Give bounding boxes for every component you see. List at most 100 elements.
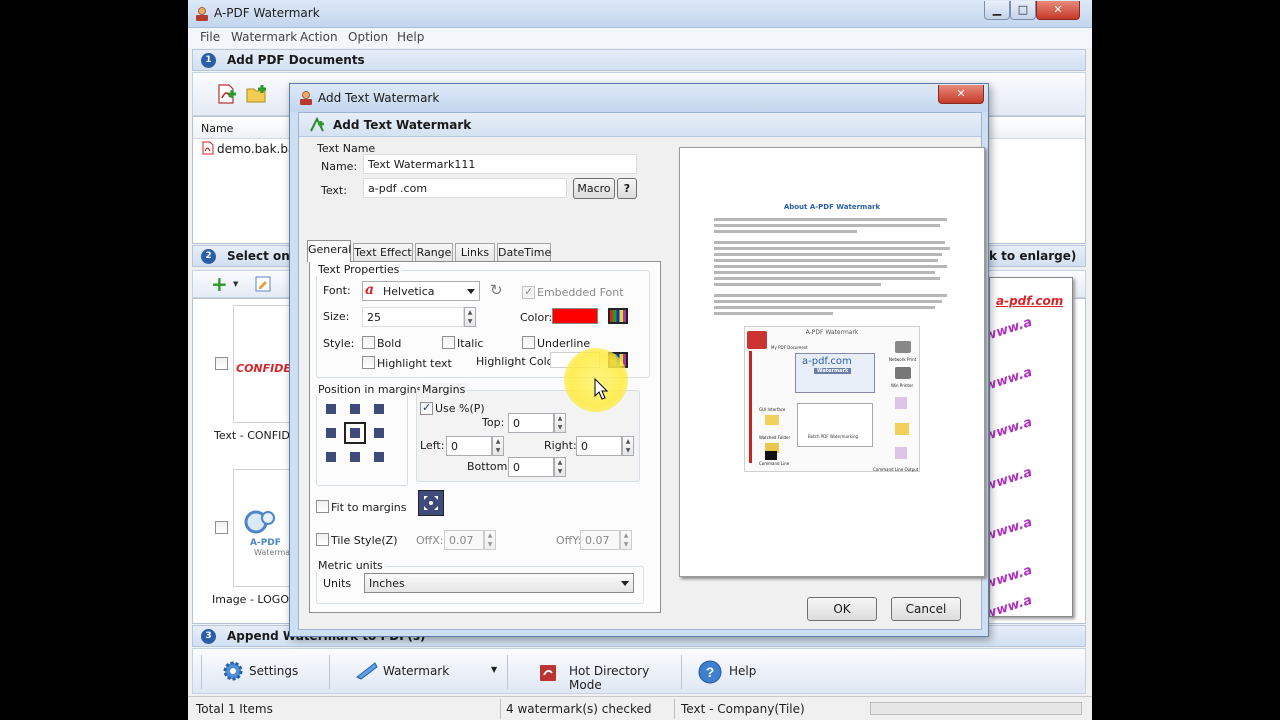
tab-range[interactable]: Range — [415, 243, 453, 262]
bottom-spinner[interactable]: ▲ ▼ — [554, 457, 566, 477]
add-pdf-icon[interactable] — [215, 83, 237, 105]
fit-to-margins-icon[interactable] — [418, 490, 444, 516]
left-spinner[interactable]: ▲ ▼ — [492, 436, 504, 456]
watermark-checkbox[interactable] — [215, 521, 228, 534]
dialog-close-button[interactable]: ✕ — [938, 85, 984, 104]
size-input[interactable]: 25 — [362, 307, 464, 327]
dialog-app-icon — [300, 91, 312, 105]
folder-icon — [765, 415, 779, 425]
position-cell[interactable] — [372, 450, 386, 464]
help-button[interactable]: ? Help — [697, 657, 767, 687]
dialog-header-label: Add Text Watermark — [333, 118, 472, 132]
offx-input[interactable]: 0.07 — [444, 530, 484, 550]
menu-watermark[interactable]: Watermark — [231, 30, 297, 44]
cancel-button[interactable]: Cancel — [891, 597, 961, 621]
tab-text-effect[interactable]: Text Effect — [353, 243, 413, 262]
italic-checkbox[interactable] — [442, 336, 455, 349]
color-swatch[interactable] — [552, 308, 598, 324]
offy-spinner[interactable]: ▲ ▼ — [620, 530, 632, 550]
tab-datetime[interactable]: DateTime — [497, 243, 551, 262]
use-percent-checkbox[interactable]: ✓ — [420, 401, 433, 415]
menu-help[interactable]: Help — [397, 30, 424, 44]
menu-option[interactable]: Option — [348, 30, 388, 44]
bold-checkbox[interactable] — [362, 336, 375, 349]
diagram-gui-label: GUI Interface — [759, 407, 786, 412]
offy-input[interactable]: 0.07 — [580, 530, 620, 550]
status-separator — [674, 699, 675, 719]
offx-spinner[interactable]: ▲ ▼ — [484, 530, 496, 550]
highlight-color-label: Highlight Color: — [476, 355, 562, 368]
position-cell[interactable] — [348, 450, 362, 464]
position-cell[interactable] — [344, 422, 366, 444]
position-cell[interactable] — [372, 426, 386, 440]
close-button[interactable]: ✕ — [1036, 1, 1080, 20]
edit-watermark-icon[interactable] — [255, 276, 271, 292]
large-preview[interactable]: a-pdf.com www.a www.a www.a www.a www.a … — [989, 277, 1073, 617]
size-label: Size: — [323, 310, 350, 323]
left-input[interactable]: 0 — [446, 436, 492, 456]
maximize-button[interactable]: □ — [1010, 1, 1036, 20]
highlight-text-checkbox[interactable] — [362, 356, 375, 369]
check-icon: ✓ — [422, 401, 432, 414]
preview-diagram: A-PDF Watermark My PDF Document a-pdf.co… — [744, 326, 920, 472]
underline-checkbox[interactable] — [522, 336, 535, 349]
size-spinner[interactable]: ▲ ▼ — [464, 307, 476, 327]
embedded-font-checkbox[interactable]: ✓ — [522, 285, 535, 299]
position-marker-icon — [374, 404, 384, 414]
top-input[interactable]: 0 — [508, 413, 554, 433]
help-label: Help — [729, 664, 757, 678]
watermark-thumbnail[interactable]: CONFIDEN — [233, 305, 300, 423]
dialog-titlebar: Add Text Watermark ✕ — [290, 84, 988, 112]
font-select[interactable]: a Helvetica — [362, 281, 480, 301]
position-cell[interactable] — [372, 402, 386, 416]
fit-to-margins-checkbox[interactable] — [316, 500, 329, 513]
watermark-thumbnail[interactable]: A-PDF Waterma — [233, 469, 293, 587]
position-cell[interactable] — [324, 402, 338, 416]
position-grid — [324, 402, 390, 468]
right-input[interactable]: 0 — [576, 436, 622, 456]
chevron-down-icon[interactable]: ▼ — [491, 665, 497, 674]
window-title: A-PDF Watermark — [214, 6, 320, 20]
color-picker-icon[interactable] — [608, 308, 628, 324]
output-file-icon — [895, 397, 907, 409]
units-select[interactable]: Inches — [364, 573, 634, 593]
position-cell[interactable] — [348, 402, 362, 416]
dialog-header: Add Text Watermark — [299, 113, 981, 137]
general-tab-panel: Text Properties Font: a Helvetica ↻ ✓ Em… — [309, 261, 661, 613]
macro-button[interactable]: Macro — [573, 178, 615, 199]
add-dropdown-icon[interactable]: ▼ — [233, 280, 238, 288]
right-spinner[interactable]: ▲ ▼ — [622, 436, 634, 456]
svg-text:?: ? — [706, 664, 715, 680]
top-spinner[interactable]: ▲ ▼ — [554, 413, 566, 433]
add-folder-icon[interactable] — [245, 83, 267, 105]
refresh-icon[interactable]: ↻ — [490, 281, 503, 299]
tab-links[interactable]: Links — [455, 243, 495, 262]
text-properties-title: Text Properties — [316, 263, 402, 276]
text-input[interactable]: a-pdf .com — [363, 178, 567, 198]
watermark-button[interactable]: Watermark ▼ — [355, 657, 497, 687]
step1-bar: 1 Add PDF Documents — [192, 49, 1086, 71]
status-bar: Total 1 Items 4 watermark(s) checked Tex… — [188, 696, 1092, 720]
toolbar-separator — [201, 655, 202, 689]
text-help-button[interactable]: ? — [617, 178, 637, 199]
ok-button[interactable]: OK — [807, 597, 877, 621]
menu-action[interactable]: Action — [300, 30, 338, 44]
hot-directory-button[interactable]: Hot Directory Mode — [537, 657, 667, 692]
column-name-header[interactable]: Name — [201, 122, 233, 135]
position-marker-icon — [350, 404, 360, 414]
position-cell[interactable] — [324, 450, 338, 464]
position-cell[interactable] — [324, 426, 338, 440]
top-label: Top: — [482, 416, 505, 429]
tile-style-checkbox[interactable] — [316, 533, 329, 546]
add-watermark-icon[interactable]: + — [211, 272, 228, 296]
position-marker-icon — [326, 428, 336, 438]
minimize-button[interactable]: ▁ — [984, 1, 1010, 20]
menu-file[interactable]: File — [200, 30, 220, 44]
name-input[interactable]: Text Watermark111 — [363, 154, 637, 174]
watermark-checkbox[interactable] — [215, 357, 228, 370]
bottom-input[interactable]: 0 — [508, 457, 554, 477]
italic-label: Italic — [457, 337, 484, 350]
tab-general[interactable]: General — [307, 240, 351, 262]
offx-label: OffX: — [416, 534, 444, 547]
settings-button[interactable]: Settings — [221, 657, 311, 687]
